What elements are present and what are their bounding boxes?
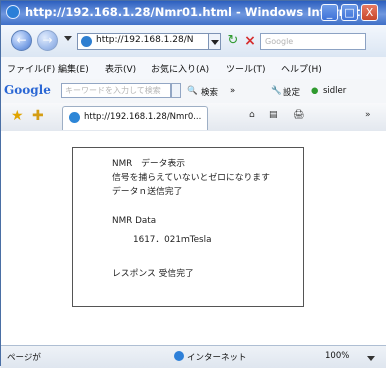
- status-bar: ページが インターネット 100%: [1, 345, 386, 368]
- url-input[interactable]: http://192.168.1.28/N: [96, 35, 206, 45]
- google-search-input[interactable]: キーワードを入力して検索: [61, 83, 171, 98]
- maximize-button[interactable]: □: [341, 4, 358, 21]
- title-bar: http://192.168.1.28/Nmr01.html - Windows…: [1, 1, 386, 25]
- google-dropdown[interactable]: [171, 83, 181, 98]
- add-favorites-icon[interactable]: ✚: [32, 109, 46, 123]
- menu-favorites[interactable]: お気に入り(A): [151, 62, 209, 75]
- back-button[interactable]: ←: [11, 30, 32, 51]
- menu-view[interactable]: 表示(V): [105, 62, 136, 75]
- address-bar: ← → http://192.168.1.28/N ↻ × Google: [1, 25, 386, 58]
- google-search-button[interactable]: 検索: [201, 86, 218, 98]
- home-icon[interactable]: ⌂: [249, 110, 255, 120]
- page-content: NMR データ表示 信号を捕らえていないとゼロになります データｎ送信完了 NM…: [1, 131, 386, 345]
- zoom-level[interactable]: 100%: [325, 351, 349, 361]
- zoom-dropdown[interactable]: [367, 356, 375, 361]
- panel-heading: NMR データ表示: [112, 159, 186, 169]
- refresh-button[interactable]: ↻: [225, 33, 241, 49]
- browser-window: http://192.168.1.28/Nmr01.html - Windows…: [0, 0, 386, 368]
- tab-title: http://192.168.1.28/Nmr0...: [84, 112, 202, 122]
- send-status: データｎ送信完了: [112, 187, 183, 197]
- tab-page-icon: [69, 112, 80, 123]
- maximize-icon: □: [344, 6, 355, 19]
- nmr-display-panel: NMR データ表示 信号を捕らえていないとゼロになります データｎ送信完了 NM…: [72, 147, 304, 307]
- forward-button[interactable]: →: [37, 30, 58, 51]
- stop-icon: ×: [244, 33, 256, 49]
- page-icon: [81, 36, 92, 47]
- back-icon: ←: [16, 33, 27, 47]
- status-text: ページが: [7, 353, 41, 363]
- tab-current[interactable]: http://192.168.1.28/Nmr0...: [62, 106, 208, 130]
- forward-icon: →: [42, 33, 53, 47]
- user-button[interactable]: sidler: [323, 86, 346, 96]
- history-dropdown[interactable]: [64, 36, 72, 41]
- overflow-icon[interactable]: »: [365, 110, 371, 120]
- print-icon[interactable]: 🖨: [293, 110, 304, 120]
- stop-button[interactable]: ×: [242, 33, 258, 49]
- internet-zone-text: インターネット: [187, 353, 247, 363]
- signal-note: 信号を捕らえていないとゼロになります: [112, 173, 270, 183]
- nmr-data-label: NMR Data: [112, 216, 157, 226]
- menu-edit[interactable]: 編集(E): [58, 62, 89, 75]
- google-logo: Google: [4, 83, 51, 97]
- menu-help[interactable]: ヘルプ(H): [281, 62, 322, 75]
- feeds-icon[interactable]: ▤: [269, 110, 278, 120]
- url-box[interactable]: http://192.168.1.28/N: [77, 33, 221, 50]
- more-button[interactable]: »: [230, 86, 235, 96]
- favorites-star-icon[interactable]: ★: [11, 109, 25, 123]
- menu-file[interactable]: ファイル(F): [7, 62, 55, 75]
- refresh-icon: ↻: [227, 33, 239, 48]
- settings-button[interactable]: 設定: [283, 86, 300, 98]
- nmr-value: 1617．021ｍTesla: [133, 235, 212, 245]
- user-status-icon: ●: [311, 86, 319, 96]
- close-icon: X: [365, 6, 374, 19]
- minimize-button[interactable]: _: [321, 4, 338, 21]
- url-dropdown[interactable]: [208, 33, 221, 50]
- internet-zone-icon: [174, 351, 184, 361]
- favorites-bar: ★ ✚ http://192.168.1.28/Nmr0... ⌂ ▤ 🖨 »: [1, 103, 386, 132]
- close-button[interactable]: X: [361, 4, 378, 21]
- response-status: レスポンス 受信完了: [112, 269, 194, 279]
- ie-icon: [6, 5, 20, 19]
- minimize-icon: _: [326, 6, 333, 19]
- search-icon: 🔍: [187, 86, 198, 96]
- menu-tools[interactable]: ツール(T): [226, 62, 266, 75]
- search-input[interactable]: Google: [260, 33, 366, 50]
- menu-bar: ファイル(F) 編集(E) 表示(V) お気に入り(A) ツール(T) ヘルプ(…: [1, 57, 386, 80]
- settings-icon: 🔧: [271, 86, 282, 96]
- google-toolbar: Google キーワードを入力して検索 🔍 検索 » 🔧 設定 ● sidler: [1, 79, 386, 104]
